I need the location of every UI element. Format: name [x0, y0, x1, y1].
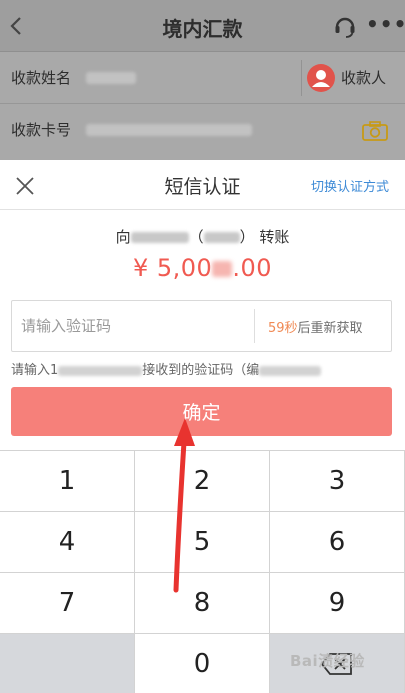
row-divider	[301, 60, 302, 96]
key-2[interactable]: 2	[135, 451, 270, 512]
key-blank	[0, 634, 135, 693]
amount-suffix: .00	[232, 254, 272, 282]
card-number-row: 收款卡号	[0, 104, 405, 156]
confirm-button[interactable]: 确定	[11, 387, 392, 436]
code-box-divider	[254, 309, 255, 343]
key-1[interactable]: 1	[0, 451, 135, 512]
switch-auth-method-link[interactable]: 切换认证方式	[311, 176, 389, 195]
recipient-masked	[130, 232, 189, 243]
payee-button-label[interactable]: 收款人	[341, 67, 386, 88]
sheet-header: 短信认证 切换认证方式	[0, 160, 405, 210]
payee-name-label: 收款姓名	[11, 69, 72, 87]
transfer-recipient-line: 向 （ ） 转账	[0, 226, 405, 247]
payee-name-row: 收款姓名 收款人	[0, 52, 405, 104]
key-0[interactable]: 0	[135, 634, 270, 693]
phone-masked	[58, 365, 143, 376]
resend-text: 后重新获取	[297, 321, 363, 336]
code-hint: 请输入1 接收到的验证码（编	[11, 359, 322, 378]
key-6[interactable]: 6	[270, 512, 405, 573]
hint-prefix: 请输入1	[11, 363, 59, 378]
paren-open: （	[188, 228, 204, 246]
camera-icon[interactable]	[362, 121, 388, 141]
transfer-amount: ¥ 5,00 .00	[0, 254, 405, 282]
amount-prefix: ¥ 5,00	[132, 254, 213, 282]
more-icon[interactable]: •••	[366, 14, 405, 34]
key-5[interactable]: 5	[135, 512, 270, 573]
card-number-masked	[86, 124, 252, 136]
key-8[interactable]: 8	[135, 573, 270, 634]
transfer-prefix: 向	[115, 228, 131, 246]
verification-code-input[interactable]	[12, 301, 254, 351]
headset-icon[interactable]	[333, 13, 357, 39]
payee-name-masked	[86, 72, 136, 84]
watermark: Bai渍经验	[290, 652, 365, 670]
key-9[interactable]: 9	[270, 573, 405, 634]
resend-countdown[interactable]: 59秒后重新获取	[268, 317, 363, 336]
transfer-suffix: 转账	[259, 228, 290, 246]
payee-avatar-icon[interactable]	[307, 64, 335, 92]
recipient-detail-masked	[203, 232, 240, 243]
key-7[interactable]: 7	[0, 573, 135, 634]
amount-masked	[212, 261, 233, 277]
verification-code-box: 59秒后重新获取	[11, 300, 392, 352]
key-4[interactable]: 4	[0, 512, 135, 573]
card-number-label: 收款卡号	[11, 121, 72, 139]
resend-seconds: 59秒	[268, 321, 298, 336]
background-page: 境内汇款 ••• 收款姓名 收款人 收款卡号	[0, 0, 405, 160]
paren-close: ）	[239, 228, 255, 246]
code-id-masked	[259, 365, 322, 376]
top-bar: 境内汇款 •••	[0, 0, 405, 52]
hint-middle: 接收到的验证码（编	[142, 363, 260, 378]
key-3[interactable]: 3	[270, 451, 405, 512]
sms-verification-sheet: 短信认证 切换认证方式 向 （ ） 转账 ¥ 5,00 .00 59秒后重新获取 请输…	[0, 160, 405, 693]
